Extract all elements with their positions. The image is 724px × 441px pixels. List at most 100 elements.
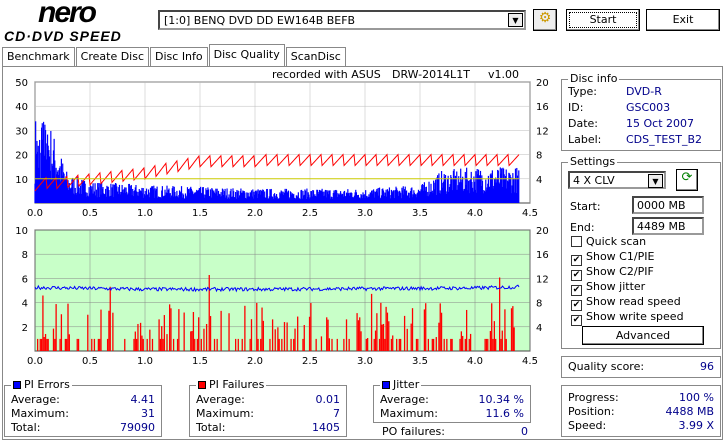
type-label: Type: bbox=[568, 85, 597, 98]
disc-info-title: Disc info bbox=[568, 72, 620, 85]
y2-tick-label: 4 bbox=[536, 175, 542, 186]
progress-value: 100 % bbox=[679, 391, 714, 404]
x-tick-label: 0.0 bbox=[27, 208, 43, 219]
pi-failures-color-icon bbox=[198, 381, 206, 389]
speed-label: Speed: bbox=[568, 419, 607, 432]
x-tick-label: 1.0 bbox=[137, 208, 153, 219]
x-tick-label: 2.0 bbox=[247, 208, 263, 219]
tab-create-disc[interactable]: Create Disc bbox=[75, 47, 150, 66]
po-failures-value: 0 bbox=[521, 425, 528, 438]
checkbox-icon[interactable]: ✔ bbox=[571, 315, 582, 326]
pi-errors-total: 79090 bbox=[120, 421, 155, 434]
avg-label: Average: bbox=[11, 393, 60, 406]
tab-disc-quality[interactable]: Disc Quality bbox=[208, 44, 285, 66]
max-label: Maximum: bbox=[11, 407, 69, 420]
checkbox-label: Show read speed bbox=[586, 295, 681, 308]
jitter-average: 10.34 % bbox=[478, 393, 524, 406]
x-tick-label: 0.0 bbox=[27, 356, 43, 367]
quality-score-group: Quality score: 96 bbox=[561, 356, 721, 378]
pi-failures-average: 0.01 bbox=[315, 393, 341, 406]
settings-group: Settings 4 X CLV ▼ ⟳ Start: 0000 MB End: … bbox=[561, 155, 721, 349]
y-tick-label: 50 bbox=[15, 78, 28, 89]
disc-info-group: Disc info Type: DVD-R ID: GSC003 Date: 15 O… bbox=[561, 72, 721, 151]
settings-title: Settings bbox=[568, 155, 618, 168]
x-tick-label: 1.5 bbox=[192, 356, 208, 367]
y-tick-label: 20 bbox=[15, 151, 28, 162]
x-tick-label: 2.5 bbox=[302, 356, 318, 367]
chevron-down-icon[interactable]: ▼ bbox=[648, 174, 663, 188]
pi-errors-group: PI Errors Average: 4.41 Maximum: 31 Total:… bbox=[4, 378, 162, 437]
checkbox-show-write-speed[interactable]: ✔ Show write speed bbox=[571, 310, 684, 326]
pi-failures-total: 1405 bbox=[312, 421, 340, 434]
chevron-down-icon[interactable]: ▼ bbox=[508, 13, 523, 27]
jitter-title: Jitter bbox=[393, 378, 420, 391]
advanced-button[interactable]: Advanced bbox=[582, 326, 704, 345]
total-label: Total: bbox=[196, 421, 226, 434]
checkbox-show-read-speed[interactable]: ✔ Show read speed bbox=[571, 295, 684, 311]
position-value: 4488 MB bbox=[665, 405, 714, 418]
checkbox-label: Show jitter bbox=[586, 280, 646, 293]
cd-dvd-speed-logo: CD·DVD SPEED bbox=[4, 28, 122, 44]
tab-benchmark[interactable]: Benchmark bbox=[2, 47, 75, 66]
y-tick-label: 6 bbox=[22, 274, 28, 285]
pi-failures-group: PI Failures Average: 0.01 Maximum: 7 Total… bbox=[189, 378, 347, 437]
x-tick-label: 1.5 bbox=[192, 208, 208, 219]
y2-tick-label: 12 bbox=[536, 274, 549, 285]
checkbox-quick-scan[interactable]: Quick scan bbox=[571, 235, 684, 250]
label-value: CDS_TEST_B2 bbox=[626, 133, 703, 146]
jitter-color-icon bbox=[382, 381, 390, 389]
checkbox-show-jitter[interactable]: ✔ Show jitter bbox=[571, 280, 684, 296]
x-tick-label: 0.5 bbox=[82, 208, 98, 219]
progress-group: Progress: 100 % Position: 4488 MB Speed: 3.… bbox=[561, 385, 721, 437]
checkbox-show-c2-pif[interactable]: ✔ Show C2/PIF bbox=[571, 265, 684, 281]
type-value: DVD-R bbox=[626, 85, 662, 98]
quality-score-value: 96 bbox=[700, 360, 714, 373]
y-tick-label: 8 bbox=[22, 250, 28, 261]
y2-tick-label: 20 bbox=[536, 226, 549, 237]
id-label: ID: bbox=[568, 101, 584, 114]
max-label: Maximum: bbox=[196, 407, 254, 420]
y-tick-label: 2 bbox=[22, 323, 28, 334]
y2-tick-label: 20 bbox=[536, 78, 549, 89]
x-tick-label: 4.0 bbox=[467, 356, 483, 367]
end-input[interactable]: 4489 MB bbox=[632, 217, 704, 235]
speed-value: 4 X CLV bbox=[573, 174, 615, 187]
tab-scandisc[interactable]: ScanDisc bbox=[285, 47, 346, 66]
y2-tick-label: 4 bbox=[536, 323, 542, 334]
tab-disc-info[interactable]: Disc Info bbox=[150, 47, 208, 66]
pi-errors-title: PI Errors bbox=[24, 378, 70, 391]
position-label: Position: bbox=[568, 405, 615, 418]
refresh-drive-icon[interactable]: ⚙ bbox=[533, 9, 557, 31]
x-tick-label: 3.0 bbox=[357, 208, 373, 219]
date-label: Date: bbox=[568, 117, 598, 130]
y2-tick-label: 12 bbox=[536, 126, 549, 137]
y-tick-label: 10 bbox=[15, 175, 28, 186]
start-button[interactable]: Start bbox=[566, 9, 640, 31]
pi-failures-maximum: 7 bbox=[333, 407, 340, 420]
exit-button[interactable]: Exit bbox=[646, 9, 720, 31]
checkbox-icon[interactable] bbox=[571, 236, 582, 247]
y2-tick-label: 8 bbox=[536, 151, 542, 162]
x-tick-label: 3.5 bbox=[412, 208, 428, 219]
pi-failures-chart: 0.0 0.5 1.0 1.5 2.0 2.5 3.0 3.5 4.0 4.5 10 20 8 16 6 12… bbox=[15, 226, 549, 367]
nero-logo: nero bbox=[38, 0, 97, 29]
pi-errors-chart: 0.0 0.5 1.0 1.5 2.0 2.5 3.0 3.5 4.0 4.5 50 20 40 16 30… bbox=[15, 78, 549, 219]
speed-value: 3.99 X bbox=[678, 419, 714, 432]
x-tick-label: 4.5 bbox=[522, 208, 538, 219]
label-label: Label: bbox=[568, 133, 602, 146]
checkbox-label: Quick scan bbox=[586, 235, 647, 248]
y2-tick-label: 16 bbox=[536, 102, 549, 113]
y-tick-label: 10 bbox=[15, 226, 28, 237]
pi-errors-color-icon bbox=[13, 381, 21, 389]
checkbox-label: Show C1/PIE bbox=[586, 250, 655, 263]
id-value: GSC003 bbox=[626, 101, 671, 114]
progress-label: Progress: bbox=[568, 391, 619, 404]
quality-score-label: Quality score: bbox=[568, 360, 645, 373]
start-input[interactable]: 0000 MB bbox=[632, 196, 704, 214]
checkbox-show-c1-pie[interactable]: ✔ Show C1/PIE bbox=[571, 250, 684, 266]
speed-select[interactable]: 4 X CLV ▼ bbox=[568, 171, 666, 189]
drive-select[interactable]: [1:0] BENQ DVD DD EW164B BEFB ▼ bbox=[158, 10, 526, 30]
x-tick-label: 2.5 bbox=[302, 208, 318, 219]
refresh-icon[interactable]: ⟳ bbox=[676, 169, 698, 191]
x-tick-label: 4.0 bbox=[467, 208, 483, 219]
